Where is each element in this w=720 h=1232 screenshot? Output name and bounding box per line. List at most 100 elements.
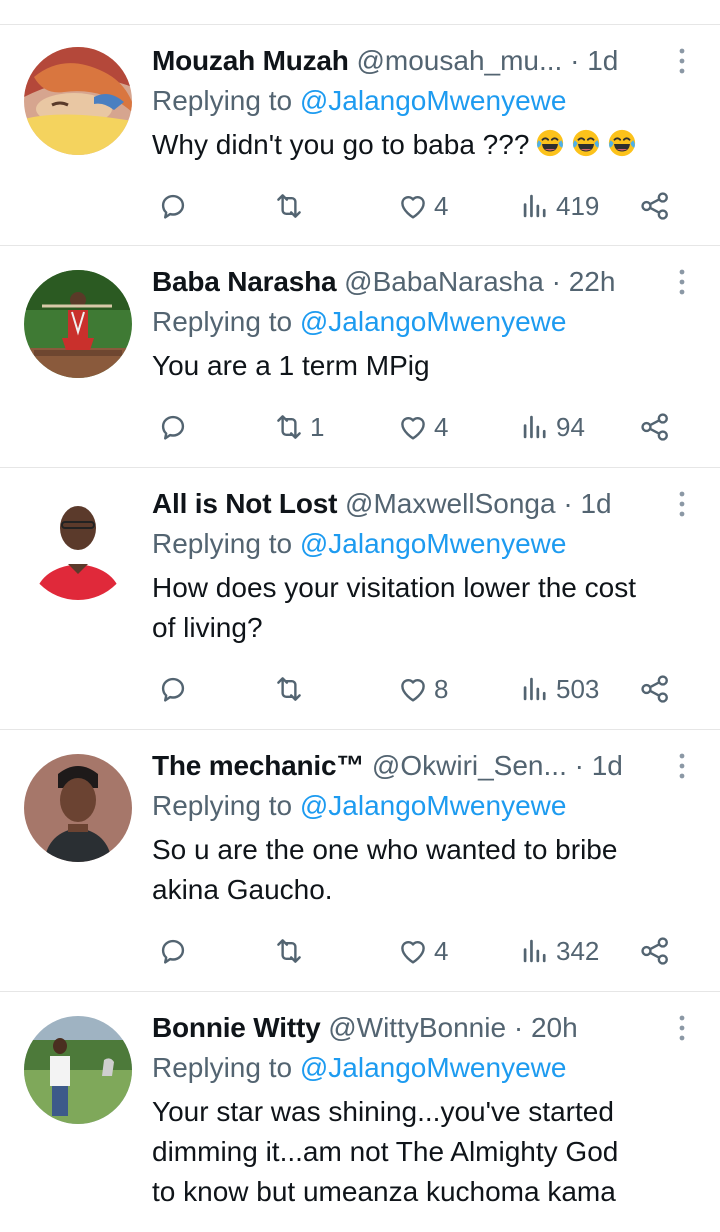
mention-link[interactable]: @JalangoMwenyewe — [300, 85, 567, 116]
mention-link[interactable]: @JalangoMwenyewe — [300, 528, 567, 559]
tweet[interactable]: Bonnie Witty @WittyBonnie · 20h Replying… — [0, 992, 720, 1232]
view-count: 503 — [556, 673, 600, 704]
tweet-text: You are a 1 term MPig — [152, 350, 430, 381]
views-icon — [518, 672, 552, 706]
timestamp[interactable]: 22h — [569, 266, 616, 297]
user-handle[interactable]: @mousah_mu... — [356, 45, 562, 76]
user-handle[interactable]: @Okwiri_Sen... — [372, 750, 567, 781]
tweet[interactable]: All is Not Lost @MaxwellSonga · 1d Reply… — [0, 468, 720, 730]
retweet-icon — [272, 189, 306, 223]
avatar[interactable] — [24, 492, 132, 600]
tweet-header: Bonnie Witty @WittyBonnie · 20h — [152, 1008, 720, 1048]
reply-icon — [156, 672, 190, 706]
tweet-text: So u are the one who wanted to bribe aki… — [152, 834, 618, 905]
display-name[interactable]: Bonnie Witty — [152, 1012, 321, 1043]
reply-button[interactable] — [156, 407, 194, 447]
like-count: 4 — [434, 935, 449, 966]
views-button[interactable]: 94 — [518, 407, 585, 447]
timestamp[interactable]: 20h — [531, 1012, 578, 1043]
like-icon — [396, 410, 430, 444]
retweet-button[interactable] — [272, 669, 310, 709]
tweet-header: All is Not Lost @MaxwellSonga · 1d — [152, 484, 720, 524]
action-bar: 4 342 — [152, 931, 720, 971]
timestamp[interactable]: 1d — [587, 45, 618, 76]
reply-button[interactable] — [156, 931, 194, 971]
reply-button[interactable] — [156, 186, 194, 226]
share-button[interactable] — [638, 931, 672, 971]
reply-icon — [156, 934, 190, 968]
tweet-header: Baba Narasha @BabaNarasha · 22h — [152, 262, 720, 302]
share-icon — [638, 189, 672, 223]
views-icon — [518, 934, 552, 968]
retweet-button[interactable] — [272, 186, 310, 226]
replying-to: Replying to @JalangoMwenyewe — [152, 306, 567, 337]
user-handle[interactable]: @MaxwellSonga — [345, 488, 556, 519]
share-button[interactable] — [638, 407, 672, 447]
laughing-emoji-icon — [571, 128, 601, 158]
tweet[interactable]: The mechanic™ @Okwiri_Sen... · 1d Replyi… — [0, 730, 720, 992]
tweet-header: Mouzah Muzah @mousah_mu... · 1d — [152, 41, 720, 81]
views-button[interactable]: 419 — [518, 186, 599, 226]
share-button[interactable] — [638, 186, 672, 226]
more-icon[interactable] — [674, 1012, 690, 1044]
tweet-text: Why didn't you go to baba ??? — [152, 125, 720, 165]
retweet-icon — [272, 934, 306, 968]
views-button[interactable]: 503 — [518, 669, 599, 709]
more-icon[interactable] — [674, 750, 690, 782]
mention-link[interactable]: @JalangoMwenyewe — [300, 1052, 567, 1083]
avatar[interactable] — [24, 47, 132, 155]
like-button[interactable]: 4 — [396, 931, 448, 971]
action-bar: 4 419 — [152, 186, 720, 226]
display-name[interactable]: All is Not Lost — [152, 488, 337, 519]
like-count: 8 — [434, 673, 449, 704]
like-count: 4 — [434, 190, 449, 221]
separator: · — [563, 488, 573, 519]
avatar[interactable] — [24, 270, 132, 378]
reply-button[interactable] — [156, 669, 194, 709]
replying-to: Replying to @JalangoMwenyewe — [152, 1052, 567, 1083]
more-icon[interactable] — [674, 45, 690, 77]
more-icon[interactable] — [674, 488, 690, 520]
share-icon — [638, 410, 672, 444]
replying-to: Replying to @JalangoMwenyewe — [152, 790, 567, 821]
tweet-text: How does your visitation lower the cost … — [152, 572, 636, 643]
share-button[interactable] — [638, 669, 672, 709]
avatar[interactable] — [24, 1016, 132, 1124]
like-button[interactable]: 4 — [396, 186, 448, 226]
view-count: 94 — [556, 411, 585, 442]
tweet-text: Your star was shining...you've started d… — [152, 1096, 619, 1207]
like-icon — [396, 672, 430, 706]
separator: · — [574, 750, 584, 781]
action-bar: 8 503 — [152, 669, 720, 709]
mention-link[interactable]: @JalangoMwenyewe — [300, 790, 567, 821]
timestamp[interactable]: 1d — [592, 750, 623, 781]
tweet[interactable]: Baba Narasha @BabaNarasha · 22h Replying… — [0, 246, 720, 468]
replying-to: Replying to @JalangoMwenyewe — [152, 528, 567, 559]
separator: · — [551, 266, 561, 297]
like-button[interactable]: 4 — [396, 407, 448, 447]
timestamp[interactable]: 1d — [580, 488, 611, 519]
tweet[interactable]: Mouzah Muzah @mousah_mu... · 1d Replying… — [0, 25, 720, 246]
tweet-header: The mechanic™ @Okwiri_Sen... · 1d — [152, 746, 720, 786]
retweet-button[interactable] — [272, 931, 310, 971]
views-icon — [518, 189, 552, 223]
user-handle[interactable]: @WittyBonnie — [328, 1012, 506, 1043]
display-name[interactable]: Baba Narasha — [152, 266, 337, 297]
separator: · — [513, 1012, 524, 1043]
avatar[interactable] — [24, 754, 132, 862]
views-button[interactable]: 342 — [518, 931, 599, 971]
reply-icon — [156, 189, 190, 223]
more-icon[interactable] — [674, 266, 690, 298]
like-button[interactable]: 8 — [396, 669, 448, 709]
user-handle[interactable]: @BabaNarasha — [344, 266, 544, 297]
laughing-emoji-icon — [535, 128, 565, 158]
like-icon — [396, 189, 430, 223]
display-name[interactable]: Mouzah Muzah — [152, 45, 349, 76]
display-name[interactable]: The mechanic™ — [152, 750, 364, 781]
retweet-count: 1 — [310, 411, 325, 442]
retweet-button[interactable]: 1 — [272, 407, 324, 447]
share-icon — [638, 934, 672, 968]
mention-link[interactable]: @JalangoMwenyewe — [300, 306, 567, 337]
separator: · — [570, 45, 580, 76]
laughing-emoji-icon — [607, 128, 637, 158]
